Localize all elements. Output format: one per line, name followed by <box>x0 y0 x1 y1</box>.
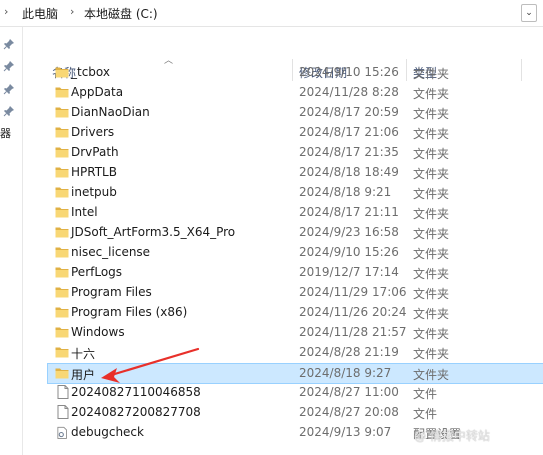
file-type: 文件夹 <box>413 167 450 181</box>
file-type: 文件夹 <box>413 87 450 101</box>
file-modified-date: 2024/11/28 8:28 <box>299 85 399 99</box>
file-name[interactable]: JDSoft_ArtForm3.5_X64_Pro <box>71 225 235 239</box>
file-type: 文件夹 <box>413 347 450 361</box>
watermark-text: @ 情报中转站 <box>414 429 490 443</box>
file-row[interactable]: PerfLogs 2019/12/7 17:14 文件夹 <box>48 263 543 282</box>
file-modified-date: 2024/9/10 15:26 <box>299 245 399 259</box>
file-type: 文件夹 <box>413 247 450 261</box>
file-modified-date: 2019/12/7 17:14 <box>299 265 399 279</box>
file-modified-date: 2024/11/29 17:06 <box>299 285 407 299</box>
pin-icon[interactable] <box>3 105 15 117</box>
file-row[interactable]: 十六 2024/8/28 21:19 文件夹 <box>48 343 543 362</box>
file-name[interactable]: _tcbox <box>71 65 110 79</box>
file-type: 文件夹 <box>413 187 450 201</box>
file-name[interactable]: debugcheck <box>71 425 144 439</box>
file-type: 文件 <box>413 407 438 421</box>
file-row[interactable]: DrvPath 2024/8/17 21:35 文件夹 <box>48 143 543 162</box>
file-row[interactable]: _tcbox 2024/9/10 15:26 文件夹 <box>48 63 543 82</box>
navigation-pane[interactable]: 器 <box>0 27 23 455</box>
file-name[interactable]: Windows <box>71 325 125 339</box>
file-modified-date: 2024/11/28 21:57 <box>299 325 407 339</box>
file-name[interactable]: 十六 <box>71 345 95 362</box>
file-type: 文件夹 <box>413 287 450 301</box>
breadcrumb-this-pc[interactable]: 此电脑 <box>22 5 58 22</box>
file-name[interactable]: HPRTLB <box>71 165 117 179</box>
file-name[interactable]: 20240827110046858 <box>71 385 201 399</box>
file-row[interactable]: Program Files 2024/11/29 17:06 文件夹 <box>48 283 543 302</box>
file-row[interactable]: inetpub 2024/8/18 9:21 文件夹 <box>48 183 543 202</box>
file-row[interactable]: Windows 2024/11/28 21:57 文件夹 <box>48 323 543 342</box>
file-name[interactable]: DianNaoDian <box>71 105 150 119</box>
file-name[interactable]: Program Files (x86) <box>71 305 187 319</box>
file-modified-date: 2024/8/18 9:21 <box>299 185 392 199</box>
chevron-down-icon: ⌄ <box>525 8 533 18</box>
file-type: 文件夹 <box>413 127 450 141</box>
file-name[interactable]: nisec_license <box>71 245 150 259</box>
file-name[interactable]: Program Files <box>71 285 152 299</box>
column-header-row: ︿ 名称 修改日期 类型 <box>0 26 543 81</box>
file-modified-date: 2024/8/27 11:00 <box>299 385 399 399</box>
file-name[interactable]: DrvPath <box>71 145 119 159</box>
file-row[interactable]: JDSoft_ArtForm3.5_X64_Pro 2024/9/23 16:58… <box>48 223 543 242</box>
file-name[interactable]: inetpub <box>71 185 117 199</box>
file-modified-date: 2024/8/17 20:59 <box>299 105 399 119</box>
file-row[interactable]: 20240827110046858 2024/8/27 11:00 文件 <box>48 383 543 402</box>
breadcrumb-local-disk[interactable]: 本地磁盘 (C:) <box>84 5 158 22</box>
file-row[interactable]: AppData 2024/11/28 8:28 文件夹 <box>48 83 543 102</box>
file-name[interactable]: 用户 <box>71 366 95 383</box>
file-modified-date: 2024/8/18 18:49 <box>299 165 399 179</box>
file-name[interactable]: 20240827200827708 <box>71 405 201 419</box>
file-row[interactable]: 20240827200827708 2024/8/27 20:08 文件 <box>48 403 543 422</box>
pin-icon[interactable] <box>3 83 15 95</box>
file-modified-date: 2024/9/13 9:07 <box>299 425 392 439</box>
file-name[interactable]: AppData <box>71 85 123 99</box>
chevron-right-icon[interactable]: › <box>70 5 74 18</box>
pin-icon[interactable] <box>3 60 15 72</box>
file-modified-date: 2024/8/17 21:06 <box>299 125 399 139</box>
file-type: 文件夹 <box>413 368 450 382</box>
nav-item-label[interactable]: 器 <box>0 125 11 141</box>
file-type: 文件夹 <box>413 147 450 161</box>
file-modified-date: 2024/9/23 16:58 <box>299 225 399 239</box>
file-modified-date: 2024/11/26 20:24 <box>299 305 407 319</box>
file-modified-date: 2024/8/18 9:27 <box>299 366 392 380</box>
file-row[interactable]: Intel 2024/8/17 21:11 文件夹 <box>48 203 543 222</box>
file-row[interactable]: Program Files (x86) 2024/11/26 20:24 文件夹 <box>48 303 543 322</box>
file-row[interactable]: DianNaoDian 2024/8/17 20:59 文件夹 <box>48 103 543 122</box>
file-type: 文件夹 <box>413 267 450 281</box>
file-modified-date: 2024/9/10 15:26 <box>299 65 399 79</box>
file-modified-date: 2024/8/28 21:19 <box>299 345 399 359</box>
file-row[interactable]: nisec_license 2024/9/10 15:26 文件夹 <box>48 243 543 262</box>
address-bar[interactable]: › 此电脑 › 本地磁盘 (C:) ⌄ <box>0 0 543 27</box>
file-name[interactable]: Intel <box>71 205 98 219</box>
file-type: 文件 <box>413 387 438 401</box>
file-modified-date: 2024/8/17 21:35 <box>299 145 399 159</box>
file-modified-date: 2024/8/17 21:11 <box>299 205 399 219</box>
file-type: 文件夹 <box>413 307 450 321</box>
file-row[interactable]: Drivers 2024/8/17 21:06 文件夹 <box>48 123 543 142</box>
file-type: 文件夹 <box>413 207 450 221</box>
file-row[interactable]: HPRTLB 2024/8/18 18:49 文件夹 <box>48 163 543 182</box>
file-name[interactable]: PerfLogs <box>71 265 122 279</box>
file-type: 文件夹 <box>413 67 450 81</box>
file-type: 文件夹 <box>413 107 450 121</box>
file-modified-date: 2024/8/27 20:08 <box>299 405 399 419</box>
file-name[interactable]: Drivers <box>71 125 114 139</box>
file-type: 文件夹 <box>413 327 450 341</box>
address-history-dropdown[interactable]: ⌄ <box>521 4 537 22</box>
file-type: 文件夹 <box>413 227 450 241</box>
file-row[interactable]: 用户 2024/8/18 9:27 文件夹 <box>47 363 543 384</box>
chevron-right-icon[interactable]: › <box>4 5 8 18</box>
